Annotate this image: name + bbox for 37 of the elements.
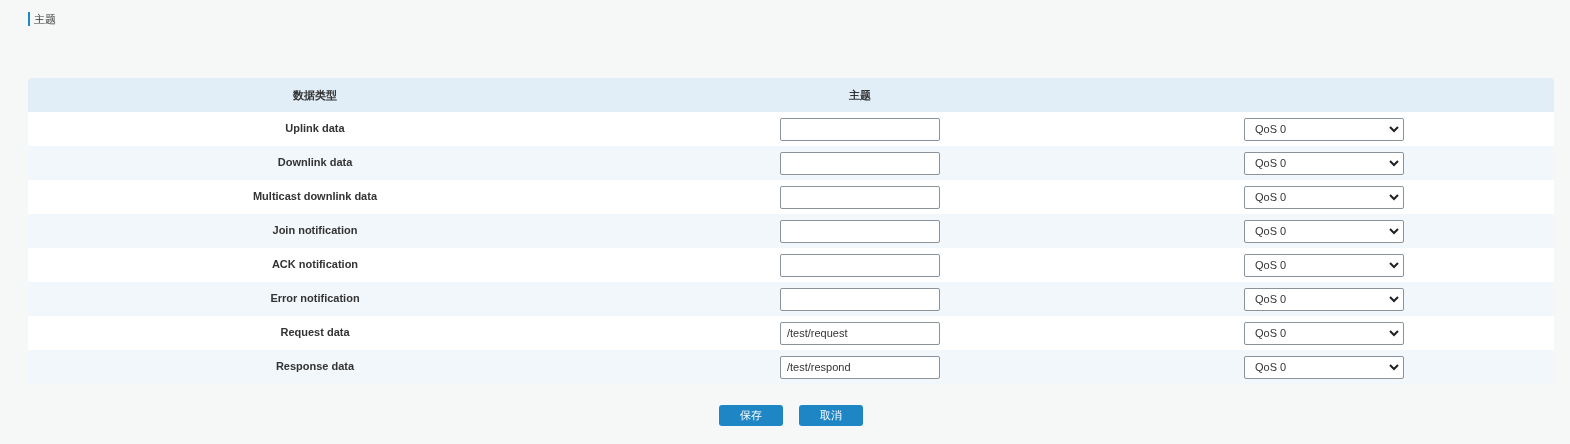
chevron-down-icon xyxy=(1389,295,1399,303)
topic-input[interactable]: /test/respond xyxy=(780,355,940,379)
qos-dropdown[interactable]: QoS 0 xyxy=(1244,151,1404,175)
qos-dropdown[interactable]: QoS 0 xyxy=(1244,117,1404,141)
chevron-down-icon xyxy=(1389,125,1399,133)
table-cell-text: Multicast downlink data xyxy=(252,189,378,204)
column-header: 数据类型 xyxy=(293,87,337,103)
section-title: 主题 xyxy=(28,12,56,26)
chevron-down-icon xyxy=(1389,363,1399,371)
table-cell-text: Join notification xyxy=(272,223,358,238)
cancel-button[interactable]: 取消 xyxy=(799,405,863,426)
table-cell-text: Downlink data xyxy=(277,155,353,170)
qos-dropdown[interactable]: QoS 0 xyxy=(1244,185,1404,209)
table-cell-text: ACK notification xyxy=(271,257,359,272)
topic-input[interactable]: /test/request xyxy=(780,321,940,345)
table-cell-text: Response data xyxy=(275,359,355,374)
chevron-down-icon xyxy=(1389,159,1399,167)
table-cell-text: Uplink data xyxy=(285,121,345,136)
qos-dropdown[interactable]: QoS 0 xyxy=(1244,219,1404,243)
topic-input[interactable] xyxy=(780,219,940,243)
column-header: 主题 xyxy=(849,87,871,103)
topic-input[interactable] xyxy=(780,151,940,175)
chevron-down-icon xyxy=(1389,261,1399,269)
chevron-down-icon xyxy=(1389,329,1399,337)
topic-input[interactable] xyxy=(780,253,940,277)
topic-input[interactable] xyxy=(780,185,940,209)
qos-dropdown[interactable]: QoS 0 xyxy=(1244,287,1404,311)
topic-input[interactable] xyxy=(780,287,940,311)
table-cell-text: Request data xyxy=(280,325,350,340)
qos-dropdown[interactable]: QoS 0 xyxy=(1244,321,1404,345)
chevron-down-icon xyxy=(1389,193,1399,201)
qos-dropdown[interactable]: QoS 0 xyxy=(1244,355,1404,379)
qos-dropdown[interactable]: QoS 0 xyxy=(1244,253,1404,277)
topic-input[interactable] xyxy=(780,117,940,141)
table-cell-text: Error notification xyxy=(270,291,360,306)
save-button[interactable]: 保存 xyxy=(719,405,783,426)
chevron-down-icon xyxy=(1389,227,1399,235)
